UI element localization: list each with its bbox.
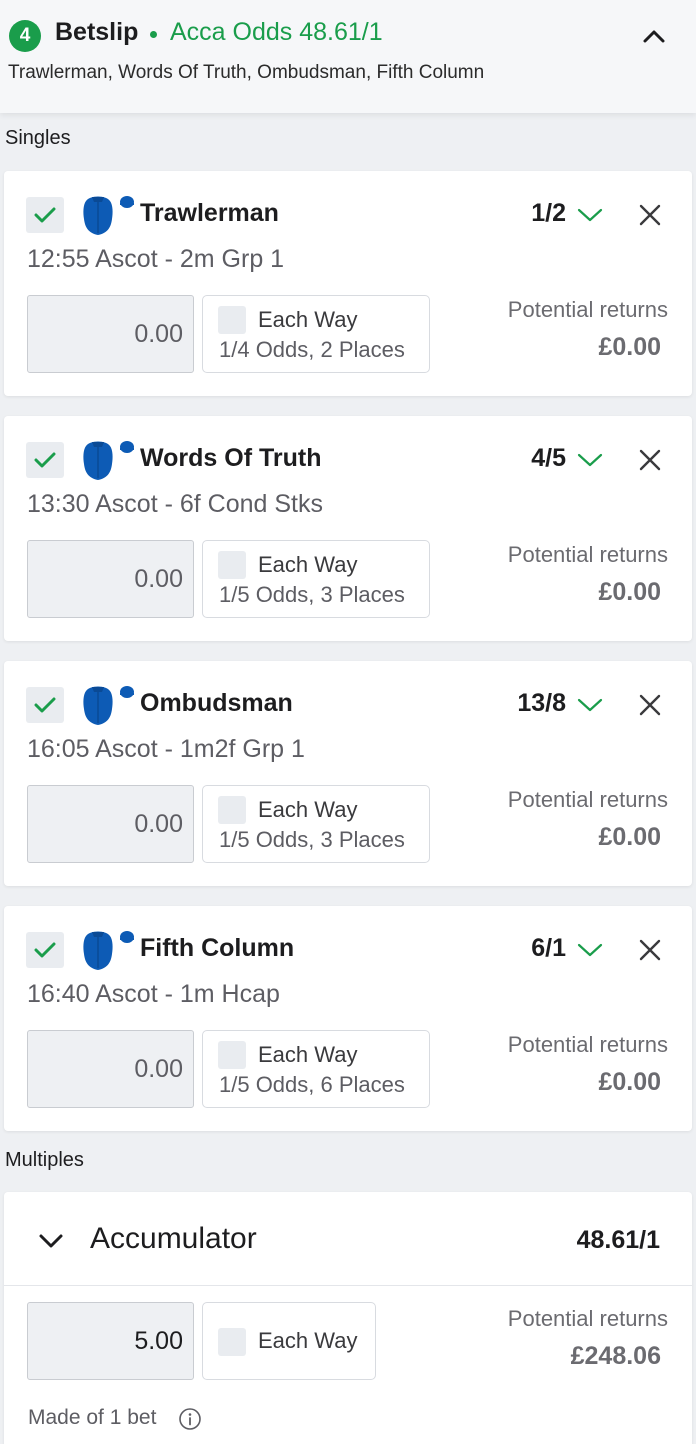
odds-value[interactable]: 4/5 (531, 444, 566, 473)
betslip-title: Betslip (55, 18, 139, 46)
each-way-checkbox[interactable] (218, 551, 246, 579)
acca-odds-summary: Acca Odds 48.61/1 (170, 18, 383, 46)
race-info: 13:30 Ascot - 6f Cond Stks (27, 490, 323, 518)
single-bet-card: Trawlerman 1/2 12:55 Ascot - 2m Grp 1 Ea… (4, 171, 692, 396)
selection-checkbox[interactable] (26, 197, 64, 233)
close-icon (639, 694, 661, 716)
remove-selection-button[interactable] (634, 199, 666, 231)
each-way-toggle[interactable]: Each Way 1/5 Odds, 6 Places (202, 1030, 430, 1108)
jockey-silk-icon (83, 686, 134, 725)
close-icon (639, 204, 661, 226)
race-info: 12:55 Ascot - 2m Grp 1 (27, 245, 285, 273)
each-way-toggle[interactable]: Each Way 1/4 Odds, 2 Places (202, 295, 430, 373)
each-way-label: Each Way (258, 1328, 358, 1353)
chevron-down-icon[interactable] (576, 695, 604, 715)
potential-returns-label: Potential returns (507, 542, 668, 567)
info-icon[interactable] (178, 1407, 202, 1431)
each-way-label: Each Way (258, 307, 358, 332)
potential-returns-label: Potential returns (507, 1306, 668, 1331)
stake-input[interactable] (27, 540, 194, 618)
each-way-terms: 1/4 Odds, 2 Places (219, 337, 405, 362)
each-way-terms: 1/5 Odds, 3 Places (219, 827, 405, 852)
potential-returns-label: Potential returns (507, 1032, 668, 1057)
remove-selection-button[interactable] (634, 444, 666, 476)
chevron-down-icon[interactable] (34, 1228, 68, 1254)
made-of-bets-text: Made of 1 bet (28, 1406, 157, 1429)
close-icon (639, 449, 661, 471)
selections-summary: Trawlerman, Words Of Truth, Ombudsman, F… (8, 62, 485, 83)
singles-section-label: Singles (5, 127, 71, 149)
potential-returns-value: £0.00 (598, 1068, 661, 1096)
runner-name: Ombudsman (140, 689, 293, 717)
selection-checkbox[interactable] (26, 442, 64, 478)
potential-returns-value: £0.00 (598, 578, 661, 606)
check-icon (34, 942, 56, 958)
check-icon (34, 207, 56, 223)
race-info: 16:40 Ascot - 1m Hcap (27, 980, 280, 1008)
runner-name: Words Of Truth (140, 444, 322, 472)
each-way-checkbox[interactable] (218, 796, 246, 824)
remove-selection-button[interactable] (634, 689, 666, 721)
jockey-silk-icon (83, 441, 134, 480)
single-bet-card: Words Of Truth 4/5 13:30 Ascot - 6f Cond… (4, 416, 692, 641)
odds-value[interactable]: 13/8 (517, 689, 566, 718)
each-way-label: Each Way (258, 1042, 358, 1067)
jockey-silk-icon (83, 931, 134, 970)
selection-checkbox[interactable] (26, 687, 64, 723)
single-bet-card: Ombudsman 13/8 16:05 Ascot - 1m2f Grp 1 … (4, 661, 692, 886)
check-icon (34, 452, 56, 468)
check-icon (34, 697, 56, 713)
remove-selection-button[interactable] (634, 934, 666, 966)
potential-returns-value: £248.06 (570, 1342, 661, 1370)
each-way-label: Each Way (258, 797, 358, 822)
stake-input[interactable] (27, 1030, 194, 1108)
each-way-checkbox[interactable] (218, 1328, 246, 1356)
each-way-toggle[interactable]: Each Way 1/5 Odds, 3 Places (202, 785, 430, 863)
single-bet-card: Fifth Column 6/1 16:40 Ascot - 1m Hcap E… (4, 906, 692, 1131)
jockey-silk-icon (83, 196, 134, 235)
collapse-betslip-button[interactable] (634, 20, 674, 52)
accumulator-title: Accumulator (90, 1222, 257, 1255)
runner-name: Fifth Column (140, 934, 295, 962)
divider (4, 1285, 692, 1286)
chevron-down-icon[interactable] (576, 940, 604, 960)
selection-checkbox[interactable] (26, 932, 64, 968)
each-way-checkbox[interactable] (218, 306, 246, 334)
betslip-header: 4 Betslip Acca Odds 48.61/1 Trawlerman, … (0, 0, 696, 113)
selection-count-badge: 4 (9, 20, 41, 52)
stake-input[interactable] (27, 295, 194, 373)
potential-returns-label: Potential returns (507, 297, 668, 322)
potential-returns-value: £0.00 (598, 823, 661, 851)
runner-name: Trawlerman (140, 199, 279, 227)
accumulator-odds: 48.61/1 (576, 1226, 660, 1254)
each-way-checkbox[interactable] (218, 1041, 246, 1069)
each-way-label: Each Way (258, 552, 358, 577)
each-way-toggle[interactable]: Each Way 1/5 Odds, 3 Places (202, 540, 430, 618)
separator-dot (150, 31, 157, 38)
each-way-terms: 1/5 Odds, 6 Places (219, 1072, 405, 1097)
each-way-terms: 1/5 Odds, 3 Places (219, 582, 405, 607)
chevron-down-icon[interactable] (576, 205, 604, 225)
odds-value[interactable]: 1/2 (531, 199, 566, 228)
chevron-down-icon[interactable] (576, 450, 604, 470)
accumulator-each-way-toggle[interactable]: Each Way (202, 1302, 376, 1380)
accumulator-card: Accumulator 48.61/1 Each Way Potential r… (4, 1192, 692, 1444)
close-icon (639, 939, 661, 961)
stake-input[interactable] (27, 785, 194, 863)
odds-value[interactable]: 6/1 (531, 934, 566, 963)
potential-returns-value: £0.00 (598, 333, 661, 361)
race-info: 16:05 Ascot - 1m2f Grp 1 (27, 735, 305, 763)
accumulator-stake-input[interactable] (27, 1302, 194, 1380)
multiples-section-label: Multiples (5, 1149, 84, 1171)
chevron-up-icon (643, 30, 665, 43)
potential-returns-label: Potential returns (507, 787, 668, 812)
